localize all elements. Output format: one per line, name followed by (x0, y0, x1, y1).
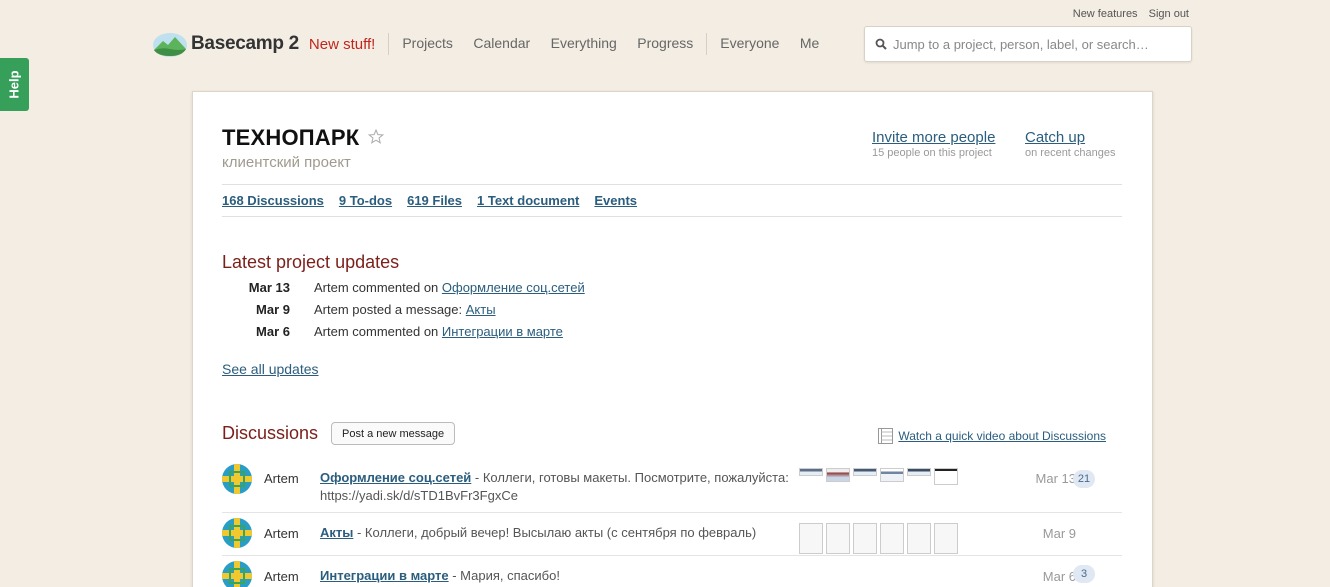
avatar (222, 518, 252, 548)
catch-up-link[interactable]: Catch up (1025, 129, 1116, 146)
discussion-title-link[interactable]: Акты (320, 525, 353, 540)
see-all-updates-link[interactable]: See all updates (222, 361, 319, 377)
discussion-title-link[interactable]: Интеграции в марте (320, 568, 449, 583)
update-text: Artem posted a message: Акты (314, 301, 496, 317)
avatar (222, 464, 252, 494)
updates-heading: Latest project updates (222, 252, 400, 272)
avatar (222, 561, 252, 587)
attachment-thumbnail[interactable] (853, 523, 877, 554)
invite-block: Invite more people 15 people on this pro… (872, 129, 995, 159)
comment-count-badge[interactable]: 3 (1073, 565, 1095, 583)
search-box[interactable] (864, 26, 1192, 62)
update-link[interactable]: Акты (466, 302, 496, 317)
discussion-excerpt: - Коллеги, добрый вечер! Высылаю акты (с… (353, 525, 757, 540)
discussion-row[interactable]: Artem Акты - Коллеги, добрый вечер! Высы… (222, 513, 1122, 556)
logo[interactable]: Basecamp 2 (152, 30, 299, 58)
help-tab[interactable]: Help (0, 58, 29, 111)
discussion-summary: Акты - Коллеги, добрый вечер! Высылаю ак… (320, 524, 790, 542)
discussions-heading: Discussions (222, 423, 319, 443)
primary-nav: Projects Calendar Everything Progress (402, 35, 693, 53)
attachment-thumbnail[interactable] (826, 523, 850, 554)
discussion-summary: Оформление соц.сетей - Коллеги, готовы м… (320, 469, 790, 505)
sign-out-link[interactable]: Sign out (1149, 8, 1189, 20)
discussion-excerpt: - Мария, спасибо! (448, 568, 560, 583)
discussion-row[interactable]: Artem Оформление соц.сетей - Коллеги, го… (222, 459, 1122, 513)
video-link-block: Watch a quick video about Discussions (878, 428, 1106, 444)
invite-people-link[interactable]: Invite more people (872, 129, 995, 146)
new-features-link[interactable]: New features (1073, 8, 1138, 20)
discussion-author: Artem (264, 526, 299, 541)
search-icon (875, 38, 887, 50)
update-row: Mar 9 Artem posted a message: Акты (222, 301, 585, 317)
comment-count-badge[interactable]: 21 (1073, 470, 1095, 488)
attachment-thumbnail[interactable] (934, 468, 958, 485)
tab-discussions[interactable]: 168 Discussions (222, 193, 324, 208)
nav-divider (388, 33, 390, 55)
discussion-author: Artem (264, 569, 299, 584)
discussion-summary: Интеграции в марте - Мария, спасибо! (320, 567, 790, 585)
search-input[interactable] (893, 36, 1183, 52)
update-text: Artem commented on Интеграции в марте (314, 323, 563, 339)
catchup-block: Catch up on recent changes (1025, 129, 1116, 159)
discussion-date: Mar 13 (1035, 471, 1076, 486)
new-stuff-link[interactable]: New stuff! (309, 36, 375, 53)
attachment-thumbnail[interactable] (799, 468, 823, 476)
project-header: ТЕХНОПАРК клиентский проект (222, 125, 384, 171)
global-header: Basecamp 2 New stuff! Projects Calendar … (152, 24, 1192, 64)
attachment-thumbnail[interactable] (853, 468, 877, 476)
tab-files[interactable]: 619 Files (407, 193, 462, 208)
tab-events[interactable]: Events (594, 193, 637, 208)
update-link[interactable]: Оформление соц.сетей (442, 280, 585, 295)
secondary-nav: Everyone Me (720, 35, 819, 53)
update-row: Mar 6 Artem commented on Интеграции в ма… (222, 323, 585, 339)
attachment-thumbnail[interactable] (907, 523, 931, 554)
nav-me[interactable]: Me (800, 35, 819, 51)
catch-up-subtext: on recent changes (1025, 147, 1116, 159)
nav-calendar[interactable]: Calendar (473, 35, 530, 51)
watch-video-link[interactable]: Watch a quick video about Discussions (898, 429, 1106, 443)
help-label: Help (6, 70, 22, 99)
project-card: ТЕХНОПАРК клиентский проект Invite more … (192, 91, 1153, 587)
discussion-row[interactable]: Artem Интеграции в марте - Мария, спасиб… (222, 556, 1122, 587)
attachment-thumbnail[interactable] (826, 468, 850, 482)
update-link[interactable]: Интеграции в марте (442, 324, 563, 339)
attachment-thumbnail[interactable] (880, 468, 904, 482)
post-new-message-button[interactable]: Post a new message (331, 422, 456, 445)
nav-progress[interactable]: Progress (637, 35, 693, 51)
tab-todos[interactable]: 9 To-dos (339, 193, 392, 208)
nav-divider (706, 33, 708, 55)
tab-text-documents[interactable]: 1 Text document (477, 193, 579, 208)
attachment-thumbnails (799, 523, 958, 554)
people-count-text: 15 people on this project (872, 147, 992, 159)
attachment-thumbnail[interactable] (799, 523, 823, 554)
project-tabs: 168 Discussions 9 To-dos 619 Files 1 Tex… (222, 184, 1122, 217)
discussion-title-link[interactable]: Оформление соц.сетей (320, 470, 471, 485)
attachment-thumbnail[interactable] (907, 468, 931, 476)
update-date: Mar 6 (256, 323, 290, 339)
latest-updates: Latest project updates Mar 13 Artem comm… (222, 252, 585, 339)
nav-everyone[interactable]: Everyone (720, 35, 779, 51)
nav-projects[interactable]: Projects (402, 35, 453, 51)
update-date: Mar 13 (248, 279, 290, 295)
discussions-header: Discussions Post a new message (222, 422, 456, 445)
project-subtitle: клиентский проект (222, 154, 351, 171)
account-links: New features Sign out (1065, 8, 1189, 20)
update-text: Artem commented on Оформление соц.сетей (314, 279, 585, 295)
logo-text: Basecamp 2 (191, 33, 299, 54)
attachment-thumbnail[interactable] (880, 523, 904, 554)
discussion-date: Mar 6 (1042, 569, 1076, 584)
discussion-date: Mar 9 (1042, 526, 1076, 541)
update-date: Mar 9 (256, 301, 290, 317)
video-icon (878, 428, 894, 444)
discussion-list: Artem Оформление соц.сетей - Коллеги, го… (222, 459, 1122, 587)
attachment-thumbnail[interactable] (934, 523, 958, 554)
project-title: ТЕХНОПАРК (222, 125, 360, 150)
star-icon[interactable] (367, 129, 384, 145)
nav-everything[interactable]: Everything (551, 35, 617, 51)
attachment-thumbnails (799, 468, 958, 485)
discussion-author: Artem (264, 471, 299, 486)
update-row: Mar 13 Artem commented on Оформление соц… (222, 279, 585, 295)
basecamp-logo-icon (152, 30, 188, 58)
